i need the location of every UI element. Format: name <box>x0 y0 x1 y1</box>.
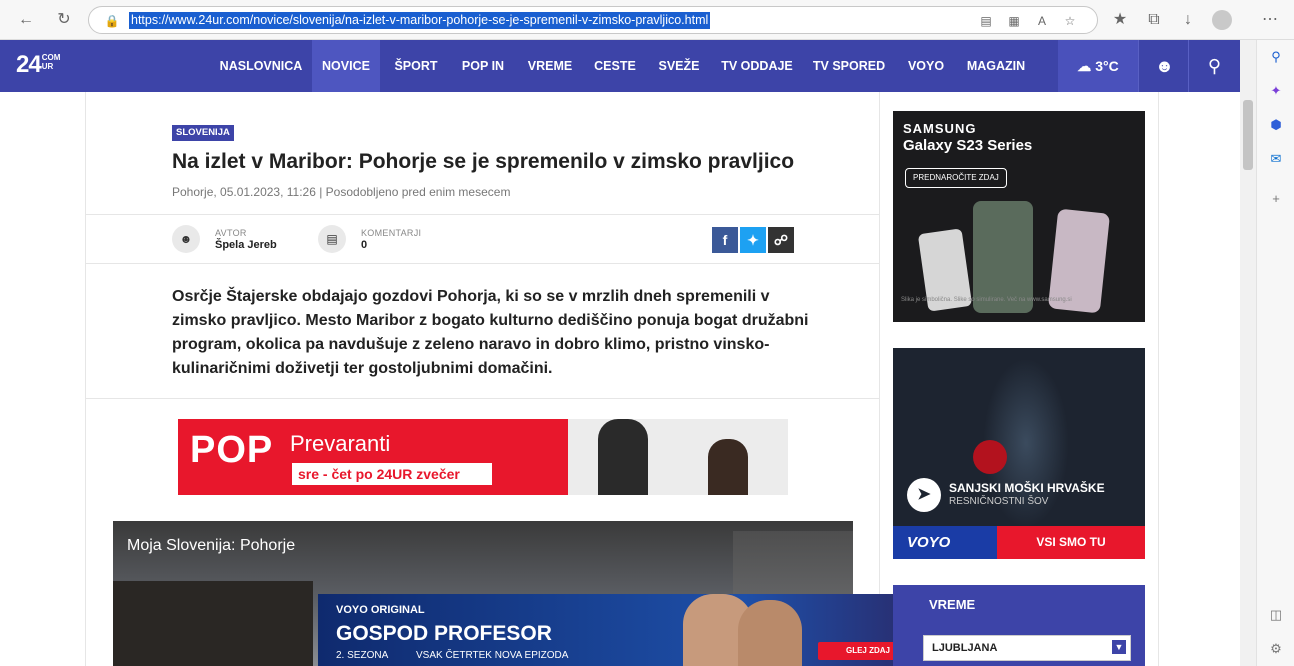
gospod-title: GOSPOD PROFESOR <box>336 622 552 645</box>
comment-icon[interactable]: ▤ <box>318 225 346 253</box>
voyo-ad[interactable]: ○○○○○● ➤ SANJSKI MOŠKI HRVAŠKE RESNIČNOS… <box>893 348 1145 559</box>
pop-schedule: sre - čet po 24UR zvečer <box>292 463 492 485</box>
chevron-down-icon[interactable]: ▼ <box>1112 640 1126 654</box>
link-icon[interactable]: ☍ <box>768 227 794 253</box>
settings-icon[interactable]: ⚙ <box>1267 640 1285 658</box>
gospod-schedule: VSAK ČETRTEK NOVA EPIZODA <box>416 650 569 661</box>
nav-tv-spored[interactable]: TV SPORED <box>806 40 892 92</box>
city-select[interactable]: LJUBLJANA ▼ <box>923 635 1131 661</box>
apps-icon[interactable]: ▦ <box>1005 12 1023 30</box>
favorite-add-icon[interactable]: ☆ <box>1061 12 1079 30</box>
video-thumbnail <box>113 581 313 666</box>
shopping-icon[interactable]: ⬢ <box>1267 116 1285 134</box>
pop-banner-image <box>568 419 788 495</box>
collections-icon[interactable]: ⧉ <box>1142 8 1166 32</box>
more-icon[interactable]: ⋯ <box>1258 8 1282 32</box>
pop-logo: POP <box>190 429 274 471</box>
author-icon: ☻ <box>172 225 200 253</box>
article-lead: Osrčje Štajerske obdajajo gozdovi Pohorj… <box>172 288 809 377</box>
address-bar[interactable]: 🔒 https://www.24ur.com/novice/slovenija/… <box>88 6 1098 34</box>
twitter-icon[interactable]: ✦ <box>740 227 766 253</box>
samsung-fine-print: Slika je simbolična. Slike so simulirane… <box>901 297 1072 303</box>
weather-temp: 3°C <box>1095 58 1119 74</box>
nav-sport[interactable]: ŠPORT <box>386 40 446 92</box>
article-title: Na izlet v Maribor: Pohorje se je spreme… <box>172 150 795 173</box>
weather-button[interactable]: ☁ 3°C <box>1058 40 1138 92</box>
voyo-show-subtitle: RESNIČNOSTNI ŠOV <box>949 496 1049 507</box>
search-icon[interactable]: ⚲ <box>1267 48 1285 66</box>
play-icon[interactable]: ➤ <box>907 478 941 512</box>
gospod-season: 2. SEZONA <box>336 650 389 661</box>
nav-voyo[interactable]: VOYO <box>898 40 954 92</box>
search-icon[interactable]: ⚲ <box>1188 40 1240 92</box>
add-icon[interactable]: + <box>1267 190 1285 208</box>
browser-sidebar: ⚲ ✦ ⬢ ✉ + ◫ ⚙ <box>1256 40 1294 666</box>
back-icon[interactable]: ← <box>14 8 38 32</box>
sidebar-toggle-icon[interactable]: ◫ <box>1267 606 1285 624</box>
rose-image <box>973 440 1007 474</box>
samsung-cta-button[interactable]: PREDNAROČITE ZDAJ <box>905 168 1007 188</box>
browser-toolbar: ← ↻ 🔒 https://www.24ur.com/novice/sloven… <box>0 0 1294 40</box>
read-aloud-icon[interactable]: ▤ <box>977 12 995 30</box>
gospod-profesor-ad[interactable]: VOYO ORIGINAL GOSPOD PROFESOR 2. SEZONA … <box>318 594 928 666</box>
article-dateline: Pohorje, 05.01.2023, 11:26 | Posodobljen… <box>172 185 511 199</box>
samsung-model: Galaxy S23 Series <box>903 137 1033 154</box>
nav-novice[interactable]: NOVICE <box>312 40 380 92</box>
cloud-icon: ☁ <box>1077 58 1092 74</box>
nav-vreme[interactable]: VREME <box>520 40 580 92</box>
divider <box>86 398 879 399</box>
nav-tv-oddaje[interactable]: TV ODDAJE <box>714 40 800 92</box>
divider <box>86 214 879 215</box>
voyo-logo: VOYO <box>893 526 997 559</box>
gospod-brand: VOYO ORIGINAL <box>336 604 425 616</box>
url-text[interactable]: https://www.24ur.com/novice/slovenija/na… <box>129 12 711 29</box>
samsung-brand: SAMSUNG <box>903 121 977 136</box>
weather-widget-title: VREME <box>929 597 976 612</box>
favorites-icon[interactable]: ★ <box>1108 8 1132 32</box>
lock-icon[interactable]: 🔒 <box>103 12 121 30</box>
site-logo[interactable]: 24COM UR <box>16 51 60 79</box>
gospod-actress <box>738 600 802 666</box>
pop-show-title: Prevaranti <box>290 431 391 456</box>
scrollbar-thumb[interactable] <box>1243 100 1253 170</box>
pop-banner-ad[interactable]: POP Prevaranti sre - čet po 24UR zvečer <box>178 419 788 495</box>
refresh-icon[interactable]: ↻ <box>52 8 76 32</box>
nav-magazin[interactable]: MAGAZIN <box>960 40 1032 92</box>
weather-widget: VREME LJUBLJANA ▼ <box>893 585 1145 666</box>
nav-sveze[interactable]: SVEŽE <box>650 40 708 92</box>
facebook-icon[interactable]: f <box>712 227 738 253</box>
video-title: Moja Slovenija: Pohorje <box>127 537 296 554</box>
nav-naslovnica[interactable]: NASLOVNICA <box>214 40 308 92</box>
outlook-icon[interactable]: ✉ <box>1267 150 1285 168</box>
author-label: AVTOR <box>215 228 247 238</box>
nav-ceste[interactable]: CESTE <box>586 40 644 92</box>
user-icon[interactable]: ☻ <box>1138 40 1190 92</box>
city-select-value: LJUBLJANA <box>932 642 998 654</box>
voyo-cta-button[interactable]: VSI SMO TU <box>997 526 1145 559</box>
comments-label: KOMENTARJI <box>361 228 422 238</box>
nav-pop-in[interactable]: POP IN <box>452 40 514 92</box>
copilot-icon[interactable]: ✦ <box>1267 82 1285 100</box>
download-icon[interactable]: ↓ <box>1176 8 1200 32</box>
divider <box>86 263 879 264</box>
voyo-show-title: SANJSKI MOŠKI HRVAŠKE <box>949 481 1105 495</box>
author-name[interactable]: Špela Jereb <box>215 239 277 251</box>
category-badge[interactable]: SLOVENIJA <box>172 125 234 141</box>
site-nav: 24COM UR NASLOVNICA NOVICE ŠPORT POP IN V… <box>0 40 1240 92</box>
samsung-ad[interactable]: SAMSUNG Galaxy S23 Series PREDNAROČITE Z… <box>893 111 1145 322</box>
read-icon[interactable]: A <box>1033 12 1051 30</box>
comments-count[interactable]: 0 <box>361 239 367 251</box>
profile-avatar[interactable] <box>1212 10 1232 30</box>
